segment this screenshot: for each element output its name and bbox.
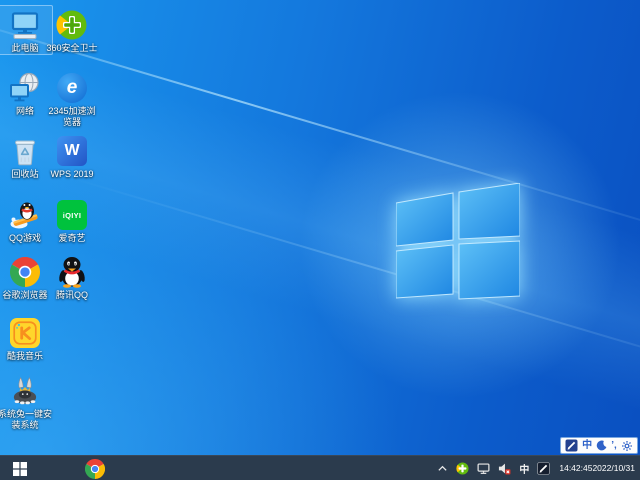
desktop-icon-label: 系统兔一键安装系统 bbox=[0, 409, 52, 430]
desktop-icon-tencent-qq[interactable]: 腾讯QQ bbox=[44, 252, 100, 302]
desktop-icon-360-safe[interactable]: 360安全卫士 bbox=[44, 5, 100, 55]
desktop-icon-label: 2345加速浏览器 bbox=[45, 106, 99, 127]
chrome-icon bbox=[9, 256, 41, 288]
ime-logo-icon[interactable] bbox=[565, 438, 578, 453]
clock-time: 14:42:45 bbox=[559, 464, 592, 474]
tray-clock[interactable]: 14:42:45 2022/10/31 bbox=[557, 456, 637, 481]
kuwo-music-icon bbox=[9, 317, 41, 349]
tray-network-icon[interactable] bbox=[476, 456, 491, 481]
desktop-wallpaper: 此电脑 网络 回收站 bbox=[0, 0, 640, 480]
360-safe-icon bbox=[56, 9, 88, 41]
taskbar-chrome-button[interactable] bbox=[75, 456, 115, 481]
this-pc-icon bbox=[9, 9, 41, 41]
desktop-icon-label: 腾讯QQ bbox=[56, 290, 88, 301]
desktop-icon-wps-2019[interactable]: W WPS 2019 bbox=[44, 131, 100, 181]
desktop-icon-label: 此电脑 bbox=[11, 43, 38, 54]
tray-volume-muted-icon[interactable] bbox=[497, 456, 512, 481]
ime-settings-gear-icon[interactable] bbox=[621, 438, 633, 453]
desktop-icon-2345-browser[interactable]: e 2345加速浏览器 bbox=[44, 68, 100, 128]
desktop-icon-label: 360安全卫士 bbox=[46, 43, 97, 54]
qq-games-icon bbox=[9, 199, 41, 231]
desktop-icon-label: WPS 2019 bbox=[50, 169, 93, 180]
network-icon bbox=[9, 72, 41, 104]
clock-date: 2022/10/31 bbox=[592, 464, 635, 474]
taskbar: 中 14:42:45 2022/10/31 bbox=[0, 455, 640, 480]
desktop-icon-kuwo-music[interactable]: 酷我音乐 bbox=[0, 313, 53, 363]
tencent-qq-icon bbox=[56, 256, 88, 288]
2345-logo-letter: e bbox=[67, 77, 78, 99]
ime-halfwidth-moon-icon[interactable] bbox=[596, 438, 607, 453]
tray-input-language-indicator[interactable]: 中 bbox=[518, 456, 530, 481]
desktop-icon-label: 谷歌浏览器 bbox=[2, 290, 47, 301]
desktop-icon-label: 酷我音乐 bbox=[7, 351, 43, 362]
xitongtu-rabbit-icon bbox=[9, 375, 41, 407]
ime-mode-chinese[interactable]: 中 bbox=[582, 438, 592, 453]
tray-360-safe-icon[interactable] bbox=[455, 456, 470, 481]
desktop-icon-label: 网络 bbox=[16, 106, 34, 117]
desktop-icon-label: 爱奇艺 bbox=[58, 233, 85, 244]
2345-browser-icon: e bbox=[56, 72, 88, 104]
ime-punctuation-icon[interactable]: ’, bbox=[611, 438, 617, 453]
wps-logo-letter: W bbox=[64, 142, 79, 160]
wps-2019-icon: W bbox=[56, 135, 88, 167]
desktop-icon-iqiyi[interactable]: iQIYI 爱奇艺 bbox=[44, 195, 100, 245]
windows-start-icon bbox=[13, 462, 27, 476]
iqiyi-icon: iQIYI bbox=[56, 199, 88, 231]
desktop-icon-label: QQ游戏 bbox=[9, 233, 41, 244]
recycle-bin-icon bbox=[9, 135, 41, 167]
system-tray: 中 14:42:45 2022/10/31 bbox=[436, 456, 640, 481]
show-hidden-icons-chevron[interactable] bbox=[436, 456, 449, 481]
iqiyi-logo-text: iQIYI bbox=[63, 211, 82, 220]
tray-ime-pad-icon[interactable] bbox=[536, 456, 551, 481]
start-button[interactable] bbox=[0, 456, 40, 481]
desktop-icon-xitongtu[interactable]: 系统兔一键安装系统 bbox=[0, 371, 53, 431]
desktop-icon-label: 回收站 bbox=[11, 169, 38, 180]
chrome-icon bbox=[85, 459, 105, 479]
ime-toolbar: 中 ’, bbox=[560, 437, 638, 454]
windows-logo bbox=[396, 183, 520, 303]
